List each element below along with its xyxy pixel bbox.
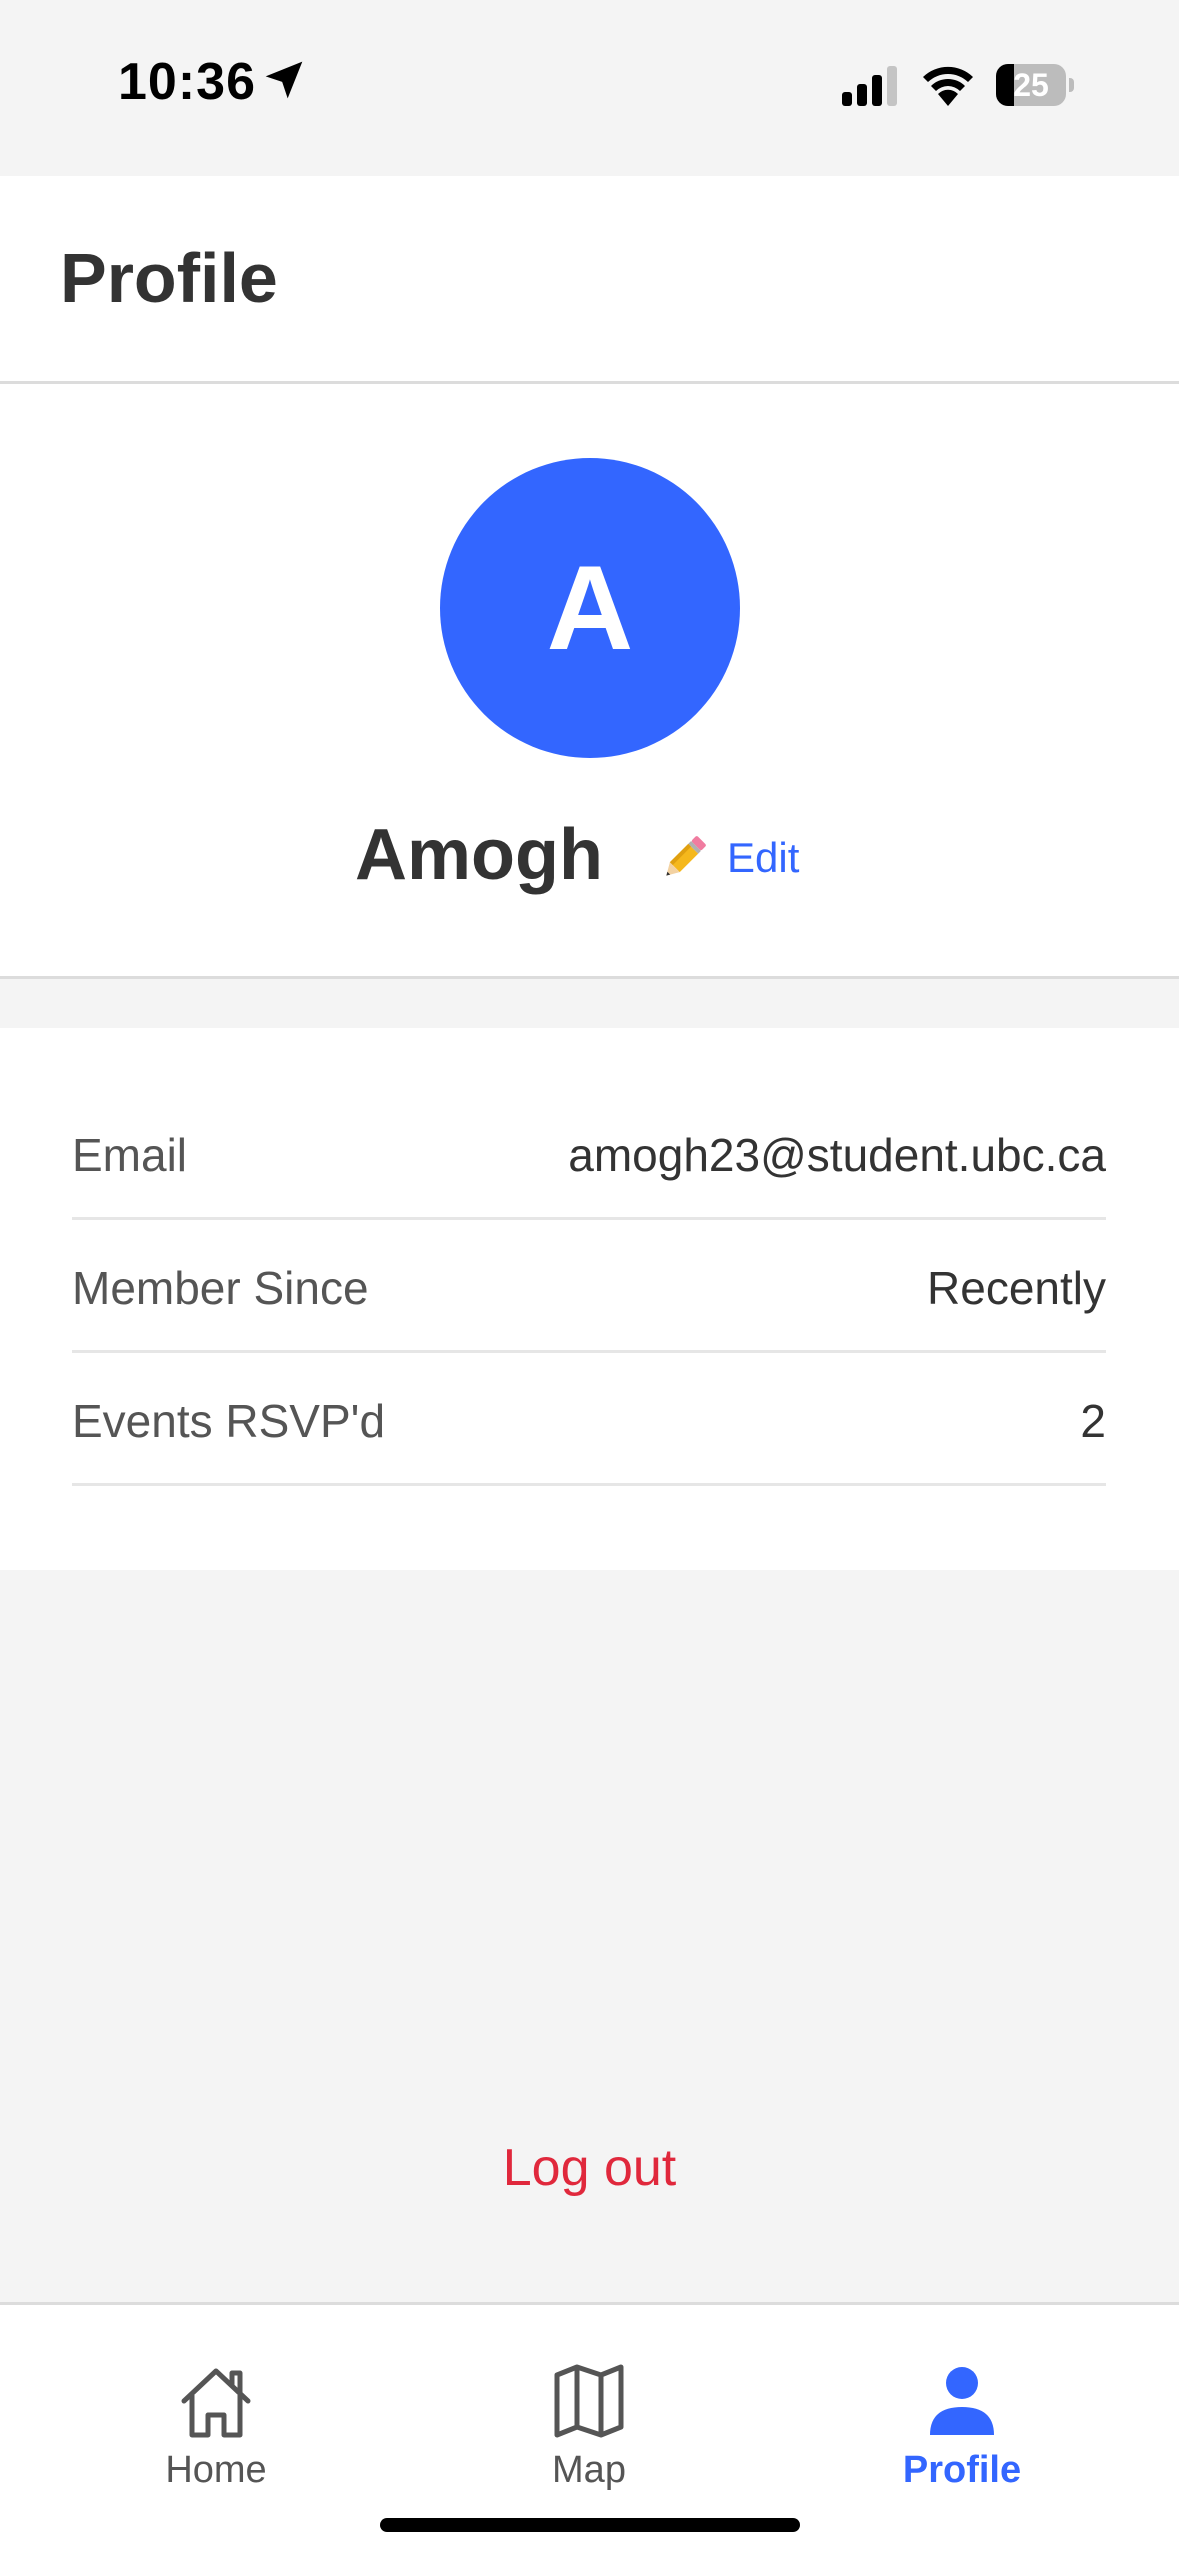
info-card: Email amogh23@student.ubc.ca Member Sinc…: [0, 1028, 1179, 1570]
home-icon: [181, 2368, 251, 2438]
info-label: Member Since: [72, 1262, 369, 1314]
home-indicator: [380, 2518, 800, 2532]
info-row-member-since: Member Since Recently: [72, 1223, 1106, 1353]
wifi-icon: [923, 66, 973, 106]
cellular-signal-icon: [842, 66, 897, 106]
battery-percent: 25: [1013, 67, 1049, 103]
tab-label: Profile: [902, 2449, 1022, 2491]
tab-label: Home: [165, 2449, 267, 2491]
status-time: 10:36: [118, 53, 256, 111]
info-label: Email: [72, 1129, 188, 1181]
pencil-icon: [666, 836, 706, 876]
info-row-events-rsvpd: Events RSVP'd 2: [72, 1356, 1106, 1486]
location-arrow-icon: [265, 61, 303, 99]
logout-button[interactable]: Log out: [0, 2138, 1179, 2198]
user-name: Amogh: [355, 815, 603, 895]
info-row-email: Email amogh23@student.ubc.ca: [72, 1090, 1106, 1220]
tab-label: Map: [552, 2449, 626, 2491]
battery-icon: 25: [996, 64, 1074, 106]
info-label: Events RSVP'd: [72, 1395, 386, 1447]
tab-profile[interactable]: Profile: [832, 2363, 1092, 2492]
status-bar: 10:36 25: [0, 0, 1179, 176]
page-title: Profile: [60, 239, 278, 317]
page-header: Profile: [0, 176, 1179, 384]
edit-label: Edit: [727, 834, 800, 881]
edit-name-button[interactable]: Edit: [655, 829, 799, 887]
info-value: 2: [1080, 1395, 1106, 1447]
map-icon: [554, 2364, 624, 2438]
profile-card: A Amogh Edit: [0, 384, 1179, 979]
tab-map[interactable]: Map: [459, 2363, 719, 2492]
avatar: A: [440, 458, 740, 758]
tab-home[interactable]: Home: [86, 2363, 346, 2492]
person-icon: [930, 2367, 994, 2435]
info-value: amogh23@student.ubc.ca: [568, 1129, 1106, 1181]
info-value: Recently: [927, 1262, 1106, 1314]
